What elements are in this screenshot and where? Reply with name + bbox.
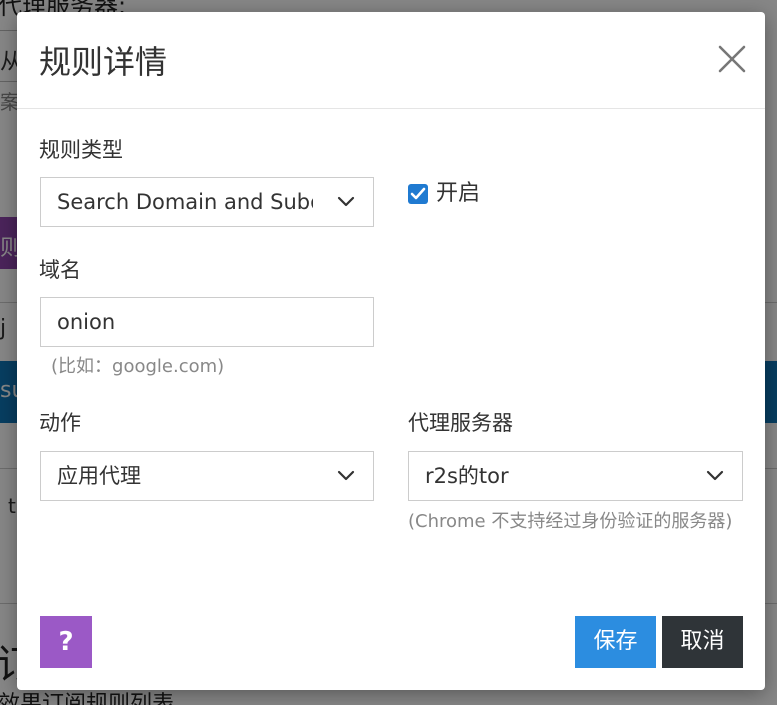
proxy-server-select[interactable]: r2s的tor [408,451,743,501]
enabled-checkbox[interactable] [408,184,428,204]
action-value: 应用代理 [57,464,141,488]
chevron-down-icon [706,469,724,483]
close-button[interactable] [717,44,747,74]
domain-hint: (比如：google.com) [51,356,225,377]
help-button[interactable]: ? [40,616,92,668]
rule-type-label: 规则类型 [39,138,123,162]
domain-input[interactable]: onion [40,297,374,347]
rule-details-dialog: 规则详情 规则类型 Search Domain and Subdomains 开… [17,12,765,690]
proxy-server-label: 代理服务器 [408,411,513,435]
action-label: 动作 [39,411,81,435]
enabled-label: 开启 [436,181,481,206]
close-icon [718,45,746,73]
dialog-title: 规则详情 [39,43,168,81]
chevron-down-icon [337,195,355,209]
cancel-button[interactable]: 取消 [662,616,743,668]
rule-type-select[interactable]: Search Domain and Subdomains [40,177,374,227]
domain-label: 域名 [39,258,81,282]
dialog-header: 规则详情 [17,12,765,109]
action-select[interactable]: 应用代理 [40,451,374,501]
save-button[interactable]: 保存 [575,616,656,668]
chevron-down-icon [337,469,355,483]
checkmark-icon [410,187,426,200]
rule-type-value: Search Domain and Subdomains [57,190,313,214]
proxy-server-value: r2s的tor [425,464,509,488]
proxy-server-note: (Chrome 不支持经过身份验证的服务器) [408,511,733,532]
